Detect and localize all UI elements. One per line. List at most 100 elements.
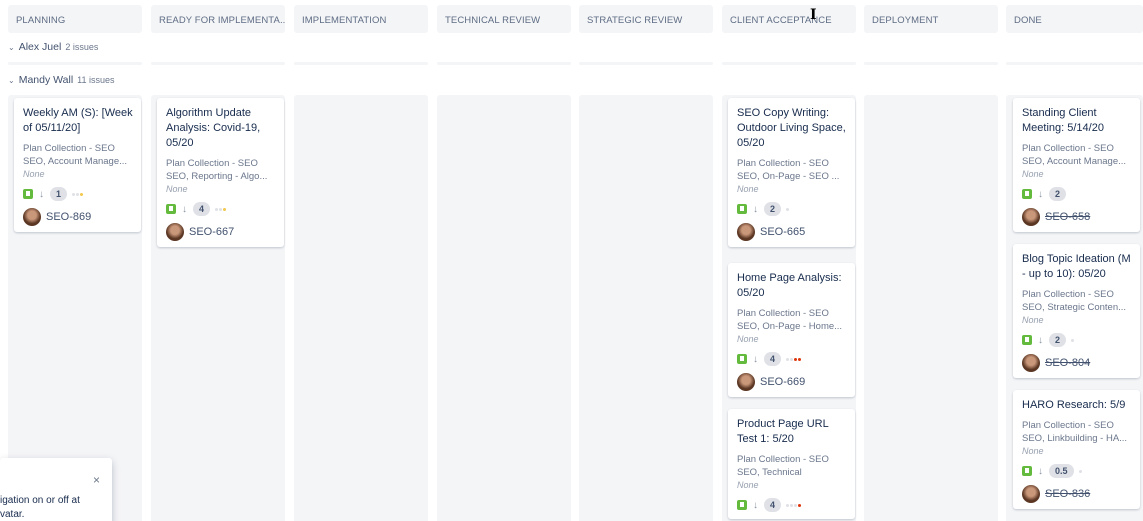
column-header-row: PLANNING READY FOR IMPLEMENTA... IMPLEME… [0, 5, 1143, 33]
issue-icons-row: ↓ 2 [1022, 186, 1132, 202]
day-dot [1071, 338, 1075, 342]
day-dot [790, 503, 794, 507]
issue-fix-version: None [166, 184, 188, 194]
issue-key[interactable]: SEO-665 [760, 226, 805, 238]
onboarding-toast: × igation on or off at vatar. [0, 458, 112, 521]
issue-key[interactable]: SEO-667 [189, 226, 234, 238]
issue-epic: Plan Collection - SEO [23, 143, 115, 154]
close-icon[interactable]: × [93, 473, 100, 487]
days-in-column-dots [786, 503, 802, 507]
issue-card[interactable]: HARO Research: 5/9 Plan Collection - SEO… [1013, 390, 1140, 509]
text-cursor-icon: I [810, 7, 817, 23]
toast-text: igation on or off at vatar. [0, 494, 80, 521]
issue-card[interactable]: Product Page URL Test 1: 5/20 Plan Colle… [728, 409, 855, 519]
days-in-column-dots [786, 207, 790, 211]
day-dot [798, 503, 802, 507]
avatar[interactable] [737, 373, 755, 391]
avatar[interactable] [166, 223, 184, 241]
issue-fix-version: None [1022, 315, 1044, 325]
day-dot [219, 207, 223, 211]
avatar[interactable] [1022, 208, 1040, 226]
column-header-planning[interactable]: PLANNING [8, 5, 142, 33]
story-points-badge: 4 [764, 498, 782, 512]
swimlane-name: Mandy Wall [18, 74, 74, 86]
priority-low-icon: ↓ [1038, 334, 1043, 346]
column-header-strategic-review[interactable]: STRATEGIC REVIEW [579, 5, 713, 33]
column-header-implementation[interactable]: IMPLEMENTATION [294, 5, 428, 33]
issue-components: SEO, On-Page - Home... [737, 321, 843, 332]
issue-components: SEO, Strategic Conten... [1022, 302, 1127, 313]
column-technical-review [437, 95, 571, 521]
priority-low-icon: ↓ [39, 188, 44, 200]
story-icon [737, 500, 747, 510]
issue-epic: Plan Collection - SEO [1022, 420, 1114, 431]
issue-components: SEO, Linkbuilding - HA... [1022, 433, 1128, 444]
swimlane-header-alex[interactable]: ⌄ Alex Juel 2 issues [8, 41, 98, 53]
issue-icons-row: ↓ 4 [737, 351, 847, 367]
issue-components: SEO, Reporting - Algo... [166, 171, 268, 182]
issue-fix-version: None [1022, 169, 1044, 179]
priority-low-icon: ↓ [182, 203, 187, 215]
day-dot [80, 192, 84, 196]
day-dot [215, 207, 219, 211]
issue-card[interactable]: Home Page Analysis: 05/20 Plan Collectio… [728, 263, 855, 397]
avatar[interactable] [23, 208, 41, 226]
column-strategic-review [579, 95, 713, 521]
story-icon [1022, 466, 1032, 476]
swimlane-name: Alex Juel [18, 41, 62, 53]
priority-low-icon: ↓ [1038, 188, 1043, 200]
days-in-column-dots [1071, 338, 1075, 342]
day-dot [790, 357, 794, 361]
column-header-done[interactable]: DONE [1006, 5, 1143, 33]
issue-card[interactable]: SEO Copy Writing: Outdoor Living Space, … [728, 98, 855, 247]
days-in-column-dots [215, 207, 227, 211]
issue-fix-version: None [1022, 446, 1044, 456]
story-icon [1022, 189, 1032, 199]
toast-text-line: vatar. [0, 509, 25, 520]
day-dot [794, 503, 798, 507]
issue-card[interactable]: Blog Topic Ideation (M - up to 10): 05/2… [1013, 244, 1140, 378]
issue-components: SEO, Account Manage... [1022, 156, 1127, 167]
issue-epic: Plan Collection - SEO [737, 158, 829, 169]
avatar[interactable] [1022, 354, 1040, 372]
issue-components: SEO, Account Manage... [23, 156, 128, 167]
swimlane-count: 11 issues [77, 75, 115, 85]
priority-low-icon: ↓ [753, 203, 758, 215]
issue-summary: Home Page Analysis: 05/20 [737, 272, 842, 299]
swimlane-header-mandy[interactable]: ⌄ Mandy Wall 11 issues [8, 74, 115, 86]
story-points-badge: 0.5 [1049, 464, 1074, 478]
day-dot [72, 192, 76, 196]
issue-card[interactable]: Standing Client Meeting: 5/14/20 Plan Co… [1013, 98, 1140, 232]
column-deployment [864, 95, 998, 521]
issue-card[interactable]: Algorithm Update Analysis: Covid-19, 05/… [157, 98, 284, 247]
column-header-deployment[interactable]: DEPLOYMENT [864, 5, 998, 33]
issue-key[interactable]: SEO-869 [46, 211, 91, 223]
issue-icons-row: ↓ 0.5 [1022, 463, 1132, 479]
story-points-badge: 2 [1049, 333, 1067, 347]
day-dot [786, 503, 790, 507]
chevron-down-icon: ⌄ [8, 75, 15, 85]
days-in-column-dots [786, 357, 802, 361]
issue-footer: SEO-869 [23, 208, 133, 226]
avatar[interactable] [1022, 485, 1040, 503]
issue-key[interactable]: SEO-658 [1045, 211, 1090, 223]
issue-footer: SEO-804 [1022, 354, 1132, 372]
chevron-down-icon: ⌄ [8, 42, 15, 52]
column-header-technical-review[interactable]: TECHNICAL REVIEW [437, 5, 571, 33]
issue-card[interactable]: Weekly AM (S): [Week of 05/11/20] Plan C… [14, 98, 141, 232]
issue-summary: Blog Topic Ideation (M - up to 10): 05/2… [1022, 253, 1131, 280]
avatar[interactable] [737, 223, 755, 241]
column-header-ready[interactable]: READY FOR IMPLEMENTA... [151, 5, 285, 33]
issue-epic: Plan Collection - SEO [1022, 289, 1114, 300]
issue-icons-row: ↓ 2 [1022, 332, 1132, 348]
issue-key[interactable]: SEO-669 [760, 376, 805, 388]
issue-icons-row: ↓ 2 [737, 201, 847, 217]
priority-low-icon: ↓ [753, 353, 758, 365]
issue-icons-row: ↓ 4 [737, 497, 847, 513]
issue-key[interactable]: SEO-804 [1045, 357, 1090, 369]
issue-key[interactable]: SEO-836 [1045, 488, 1090, 500]
issue-epic: Plan Collection - SEO [166, 158, 258, 169]
column-header-client-acceptance[interactable]: CLIENT ACCEPTANCE [722, 5, 856, 33]
issue-epic: Plan Collection - SEO [1022, 143, 1114, 154]
day-dot [786, 357, 790, 361]
